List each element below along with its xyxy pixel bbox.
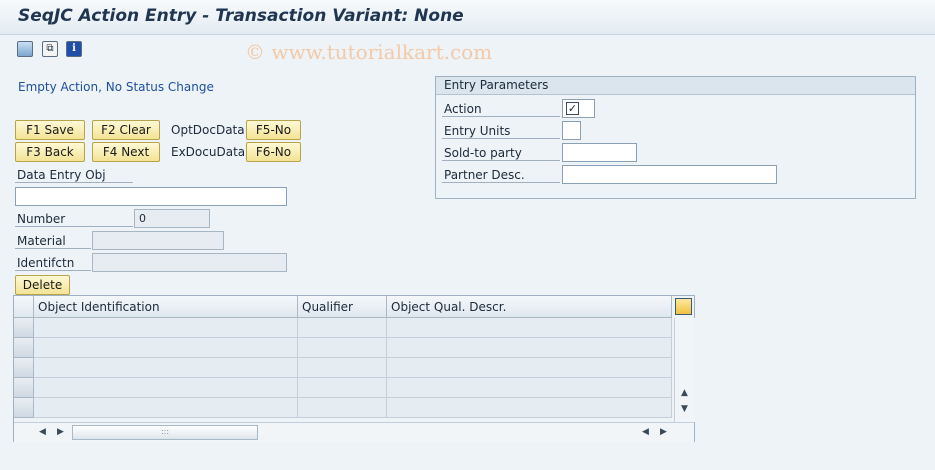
sold-to-party-input[interactable] [562, 143, 637, 162]
label-underline [15, 270, 91, 271]
f6-no-button[interactable]: F6-No [246, 142, 301, 162]
identification-label: Identifctn [17, 256, 75, 270]
entry-parameters-group: Entry Parameters Action ✓ Entry Units So… [435, 76, 916, 199]
row-selector[interactable] [14, 398, 34, 418]
data-entry-obj-label: Data Entry Obj [17, 168, 106, 182]
f3-back-button[interactable]: F3 Back [15, 142, 85, 162]
scroll-down-icon[interactable]: ▼ [681, 404, 688, 414]
scroll-thumb[interactable]: ::: [72, 425, 258, 440]
table-cell[interactable] [34, 358, 298, 378]
table-cell[interactable] [387, 338, 672, 358]
row-selector[interactable] [14, 338, 34, 358]
column-header-object-qual-descr[interactable]: Object Qual. Descr. [387, 296, 672, 318]
table-row [14, 378, 672, 398]
vertical-scrollbar[interactable]: ▲ ▼ [674, 318, 695, 422]
label-underline [442, 116, 560, 117]
table-cell[interactable] [387, 358, 672, 378]
table-cell[interactable] [34, 338, 298, 358]
table-row [14, 358, 672, 378]
row-selector[interactable] [14, 358, 34, 378]
label-underline [442, 160, 560, 161]
partner-desc-label: Partner Desc. [444, 168, 525, 182]
f1-save-button[interactable]: F1 Save [15, 120, 85, 140]
material-field [92, 231, 224, 250]
table-cell[interactable] [387, 398, 672, 418]
page-title: SeqJC Action Entry - Transaction Variant… [18, 6, 464, 26]
table-settings-icon[interactable] [675, 298, 692, 315]
sold-to-party-label: Sold-to party [444, 146, 522, 160]
table-cell[interactable] [298, 378, 387, 398]
group-title: Entry Parameters [436, 77, 915, 95]
copy-icon[interactable]: ⧉ [42, 41, 58, 57]
row-selector[interactable] [14, 318, 34, 338]
data-entry-obj-input[interactable] [15, 187, 287, 206]
column-header-object-identification[interactable]: Object Identification [34, 296, 298, 318]
table-cell[interactable] [34, 318, 298, 338]
material-label: Material [17, 234, 66, 248]
label-underline [442, 138, 560, 139]
partner-desc-input[interactable] [562, 165, 777, 184]
object-table: Object Identification Qualifier Object Q… [13, 295, 695, 442]
horizontal-scrollbar[interactable]: ◀ ▶ ::: ◀ ▶ [14, 422, 694, 442]
action-field[interactable]: ✓ [562, 99, 595, 118]
scroll-right-icon[interactable]: ▶ [57, 427, 64, 437]
ex-docu-data-label: ExDocuData [171, 145, 246, 159]
label-underline [15, 182, 133, 183]
f2-clear-button[interactable]: F2 Clear [92, 120, 160, 140]
status-message: Empty Action, No Status Change [18, 80, 214, 94]
f4-next-button[interactable]: F4 Next [92, 142, 160, 162]
scroll-left-icon[interactable]: ◀ [39, 427, 46, 437]
f5-no-button[interactable]: F5-No [246, 120, 301, 140]
info-icon[interactable]: i [66, 41, 82, 57]
save-layout-icon[interactable] [17, 41, 33, 57]
table-cell[interactable] [387, 318, 672, 338]
column-header-qualifier[interactable]: Qualifier [298, 296, 387, 318]
identification-field [92, 253, 287, 272]
entry-units-input[interactable] [562, 121, 581, 140]
action-label: Action [444, 102, 482, 116]
label-underline [15, 248, 91, 249]
table-cell[interactable] [298, 338, 387, 358]
delete-button[interactable]: Delete [15, 275, 70, 295]
table-cell[interactable] [298, 398, 387, 418]
watermark: © www.tutorialkart.com [245, 40, 493, 64]
label-underline [442, 182, 560, 183]
label-underline [15, 226, 133, 227]
number-field: 0 [134, 209, 210, 228]
opt-doc-data-label: OptDocData [171, 123, 245, 137]
row-selector[interactable] [14, 378, 34, 398]
table-cell[interactable] [387, 378, 672, 398]
table-row [14, 318, 672, 338]
table-cell[interactable] [298, 318, 387, 338]
action-checkbox[interactable]: ✓ [566, 102, 579, 115]
scroll-up-icon[interactable]: ▲ [681, 388, 688, 398]
table-row [14, 398, 672, 418]
select-all-header[interactable] [14, 296, 34, 318]
scroll-right-icon[interactable]: ▶ [660, 427, 667, 437]
number-label: Number [17, 212, 66, 226]
table-cell[interactable] [34, 378, 298, 398]
title-bar: SeqJC Action Entry - Transaction Variant… [0, 0, 935, 35]
table-cell[interactable] [34, 398, 298, 418]
scroll-left-icon[interactable]: ◀ [642, 427, 649, 437]
entry-units-label: Entry Units [444, 124, 511, 138]
table-cell[interactable] [298, 358, 387, 378]
table-row [14, 338, 672, 358]
